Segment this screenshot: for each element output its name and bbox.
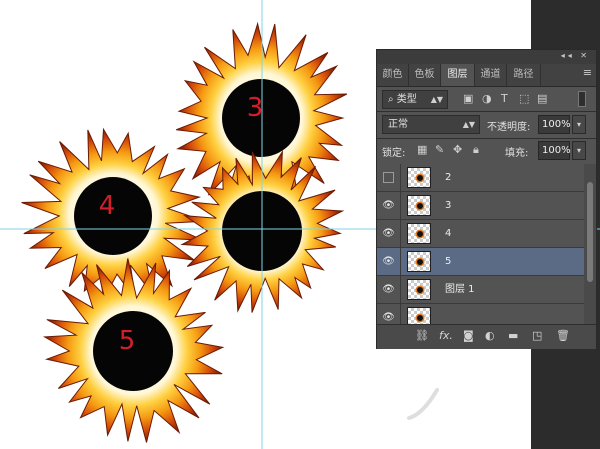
layer-thumbnail[interactable]: [407, 195, 431, 216]
mask-icon[interactable]: ◙: [463, 329, 474, 342]
opacity-label: 不透明度:: [487, 122, 531, 133]
layer-row[interactable]: 👁︎ 图层 1: [377, 276, 584, 304]
eye-icon[interactable]: 👁︎: [377, 304, 401, 324]
lock-all-icon[interactable]: 🔒︎: [473, 143, 479, 157]
layers-list: 2 👁︎ 3 👁︎ 4 👁︎ 5 👁︎ 图层 1 👁︎: [377, 164, 584, 324]
eye-icon[interactable]: 👁︎: [377, 276, 401, 303]
layers-scrollbar[interactable]: [584, 164, 596, 324]
tab-swatches[interactable]: 色板: [409, 64, 441, 86]
tab-channels[interactable]: 通道: [475, 64, 507, 86]
tab-paths[interactable]: 路径: [507, 64, 541, 86]
layer-row[interactable]: 👁︎ 4: [377, 220, 584, 248]
fill-slider-button[interactable]: ▾: [572, 141, 586, 160]
layer-thumbnail[interactable]: [407, 279, 431, 300]
lock-move-icon[interactable]: ✥: [453, 143, 462, 156]
sun-number-label: 5: [119, 326, 136, 356]
eye-icon[interactable]: 👁︎: [377, 220, 401, 247]
panel-tabs: 颜色 色板 图层 通道 路径 ≡: [377, 64, 596, 87]
smart-object-icon[interactable]: ▤: [537, 92, 547, 105]
layer-thumbnail[interactable]: [407, 167, 431, 188]
layer-name[interactable]: 3: [445, 192, 451, 219]
blend-mode-dropdown[interactable]: 正常 ▲▼: [382, 115, 480, 134]
layer-filter-dropdown[interactable]: ⌕ 类型 ▲▼: [382, 90, 448, 109]
panel-menu-icon[interactable]: ≡: [583, 66, 592, 79]
adjustment-icon[interactable]: ◐: [485, 329, 495, 342]
new-layer-icon[interactable]: ◳: [532, 329, 542, 342]
scrollbar-thumb[interactable]: [587, 182, 593, 282]
sun-number-label: 3: [247, 93, 264, 123]
fill-input[interactable]: 100%: [538, 141, 571, 160]
trash-icon[interactable]: 🗑︎: [556, 329, 570, 342]
layer-row[interactable]: 2: [377, 164, 584, 192]
lock-paint-icon[interactable]: ✎: [435, 143, 444, 156]
chevron-down-icon: ▲▼: [430, 95, 443, 104]
image-icon[interactable]: ▣: [463, 92, 473, 105]
layer-name[interactable]: 图层 1: [445, 276, 475, 303]
lock-label: 锁定:: [382, 148, 406, 159]
layers-footer-toolbar: ⛓ fx. ◙ ◐ ▬ ◳ 🗑︎: [377, 324, 596, 349]
layer-row[interactable]: 👁︎ 5: [377, 248, 584, 276]
eye-icon[interactable]: 👁︎: [377, 248, 401, 275]
layer-thumbnail[interactable]: [407, 251, 431, 272]
shape-icon[interactable]: ⬚: [519, 92, 529, 105]
brush-cursor-icon: [407, 388, 439, 420]
sun-shape[interactable]: 4: [21, 127, 206, 301]
link-icon[interactable]: ⛓: [415, 329, 429, 342]
layer-row[interactable]: 👁︎: [377, 304, 584, 324]
lock-transparent-icon[interactable]: ▦: [417, 143, 427, 156]
panel-collapse-close-buttons[interactable]: ◂◂ ✕: [561, 51, 590, 60]
chevron-down-icon: ▲▼: [462, 120, 475, 129]
layer-name[interactable]: 5: [445, 248, 451, 275]
search-icon: ⌕: [388, 94, 394, 105]
layer-row[interactable]: 👁︎ 3: [377, 192, 584, 220]
sun-number-label: 4: [99, 191, 116, 221]
folder-icon[interactable]: ▬: [508, 329, 518, 342]
tab-layers[interactable]: 图层: [441, 64, 475, 86]
layer-name[interactable]: 2: [445, 164, 451, 191]
layer-name[interactable]: 4: [445, 220, 451, 247]
sun-shape[interactable]: 5: [42, 258, 225, 443]
layer-thumbnail[interactable]: [407, 223, 431, 244]
layer-thumbnail[interactable]: [407, 307, 431, 324]
fill-label: 填充:: [505, 148, 529, 159]
layers-panel: ◂◂ ✕ 颜色 色板 图层 通道 路径 ≡ ⌕ 类型 ▲▼ ▣ ◑ T ⬚ ▤ …: [376, 49, 597, 349]
filter-toggle-switch[interactable]: [578, 91, 586, 107]
adjust-icon[interactable]: ◑: [482, 92, 492, 105]
fx-icon[interactable]: fx.: [439, 329, 453, 342]
opacity-slider-button[interactable]: ▾: [572, 115, 586, 134]
eye-icon[interactable]: 👁︎: [377, 192, 401, 219]
tab-color[interactable]: 颜色: [377, 64, 409, 86]
opacity-input[interactable]: 100%: [538, 115, 571, 134]
text-icon[interactable]: T: [501, 92, 508, 105]
visibility-off-icon[interactable]: [377, 164, 401, 191]
panel-title-bar[interactable]: ◂◂ ✕: [377, 50, 596, 64]
